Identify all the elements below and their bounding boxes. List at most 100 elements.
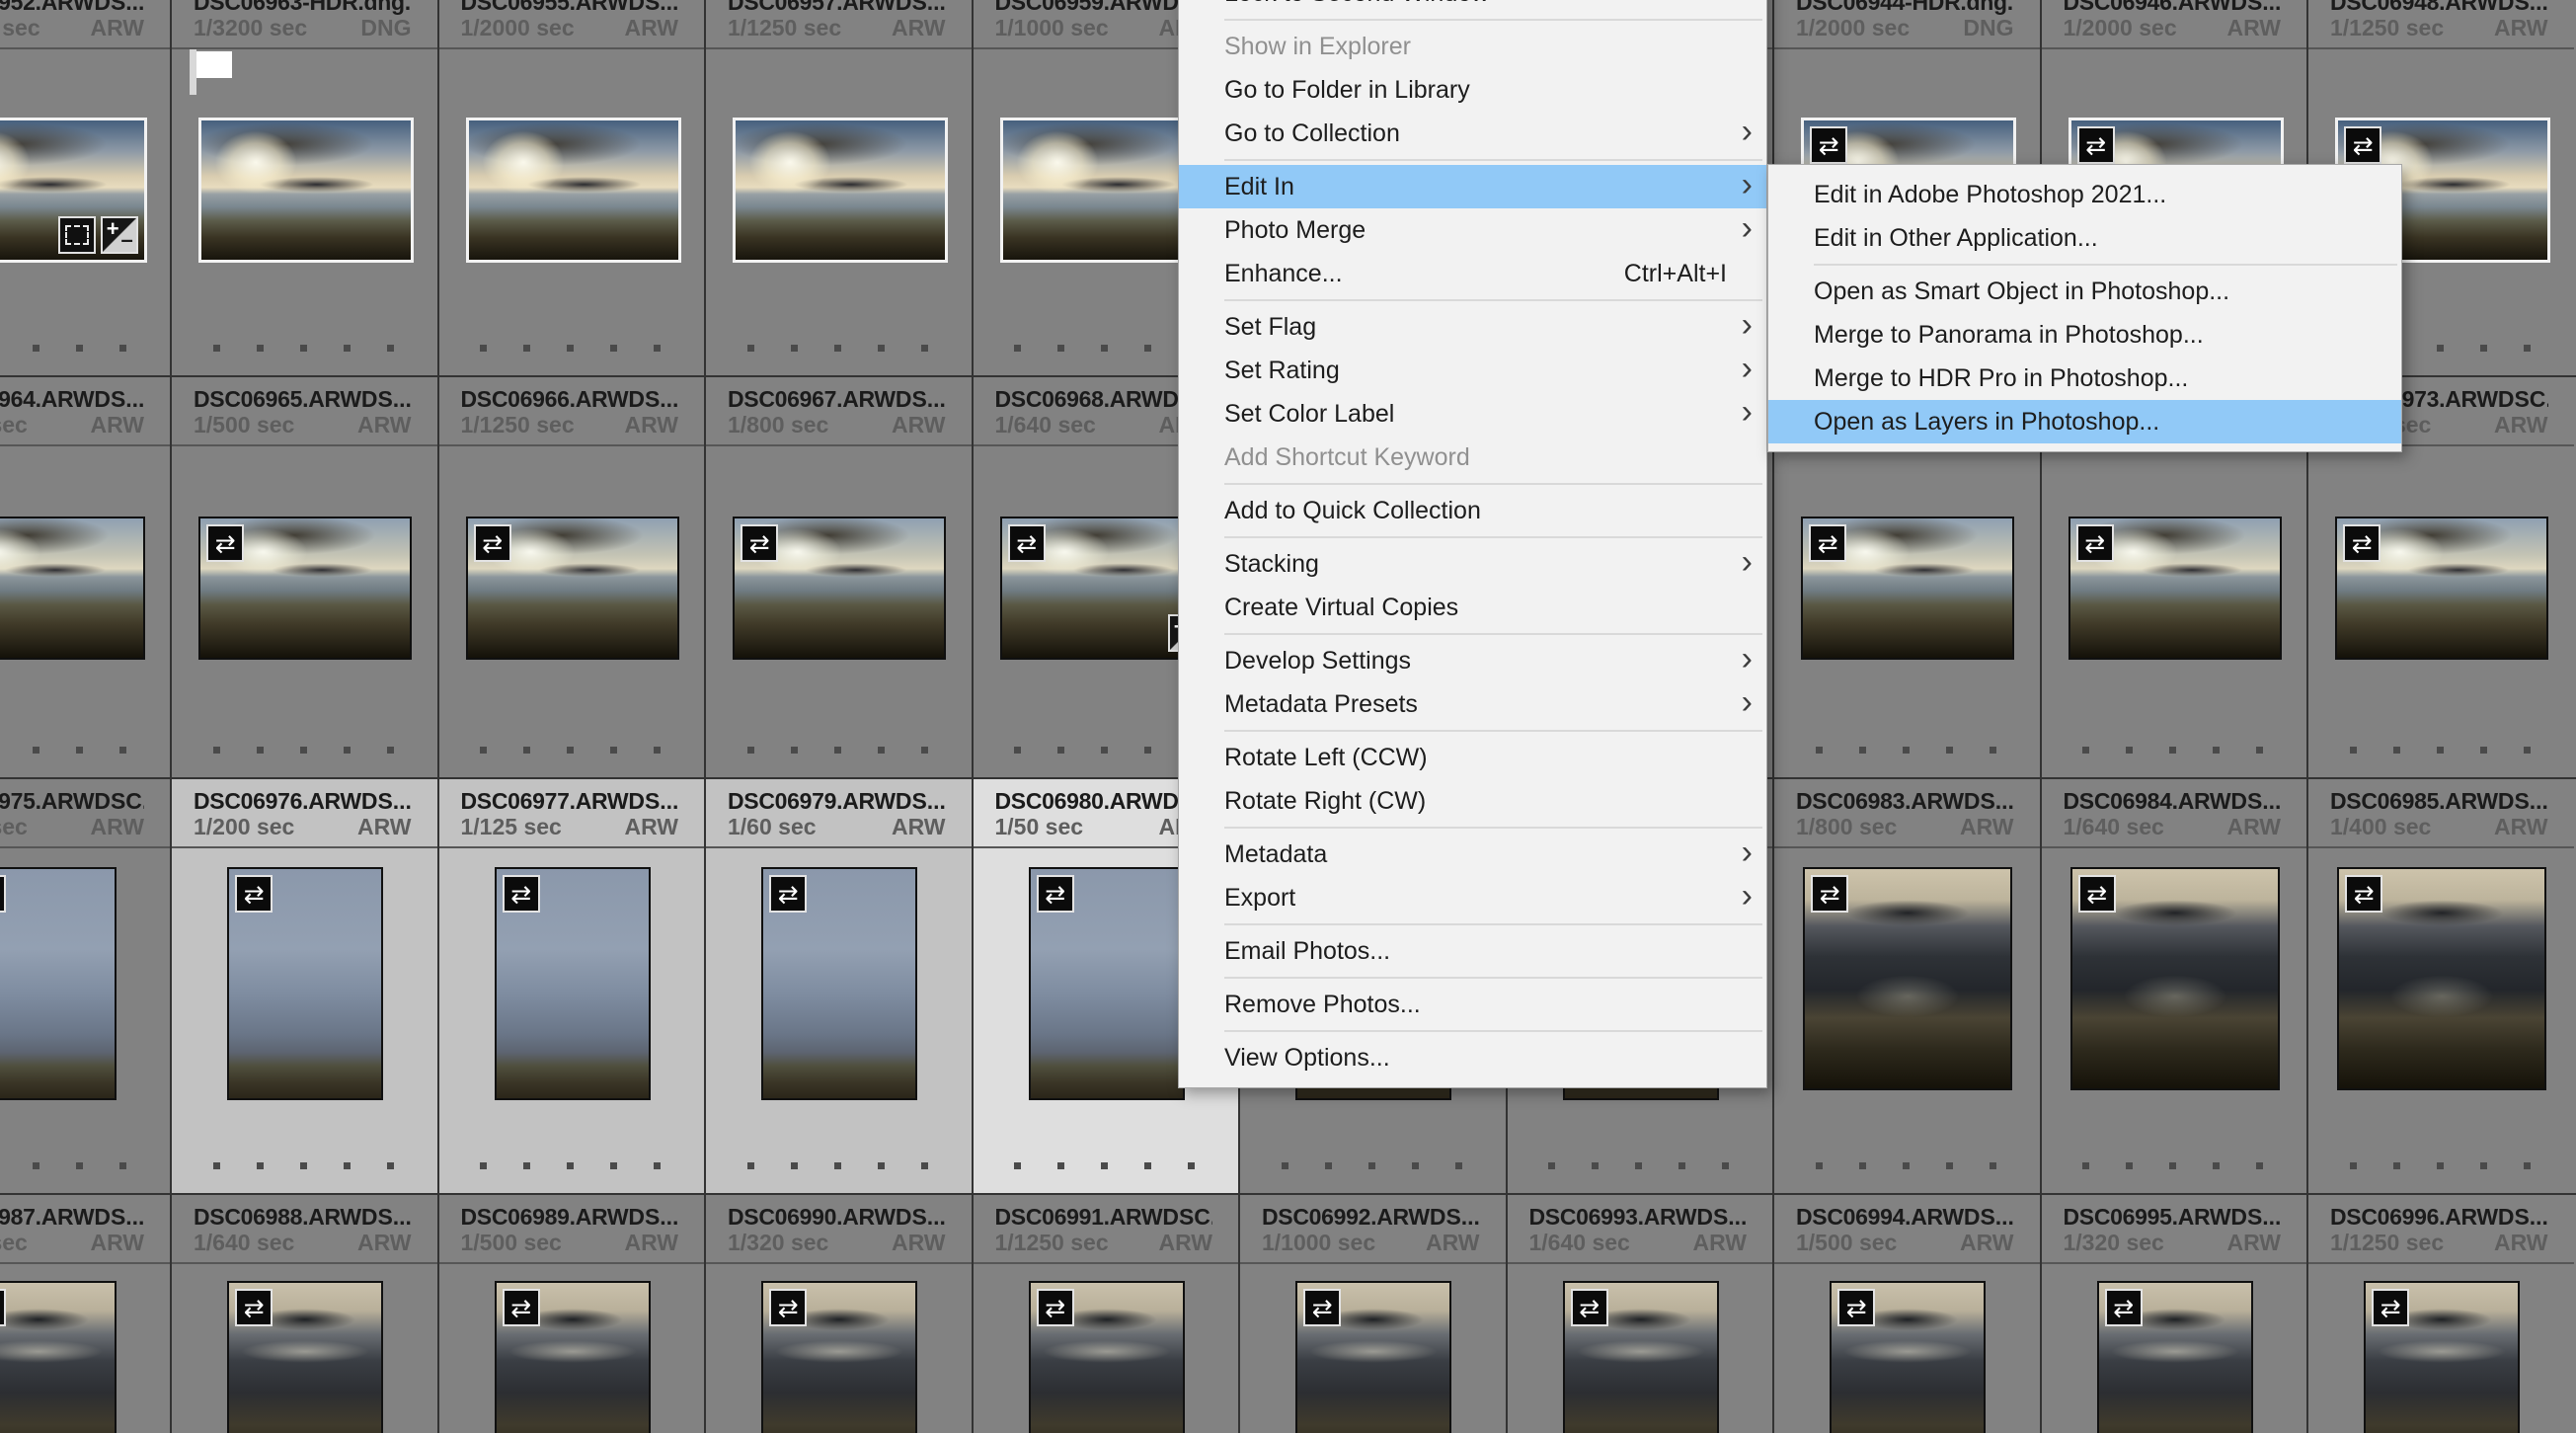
photo-thumbnail[interactable] xyxy=(198,118,414,263)
rating-dot[interactable] xyxy=(1014,1162,1021,1169)
menu-item-edit-in-other-application[interactable]: Edit in Other Application... xyxy=(1768,216,2401,260)
rating-dot[interactable] xyxy=(791,1162,798,1169)
rating-dot[interactable] xyxy=(387,345,394,352)
sync-arrows-badge-icon[interactable] xyxy=(2076,524,2114,562)
grid-cell[interactable]: DSC06984.ARWDS...1/640 secARW xyxy=(2040,778,2307,1194)
rating-dot[interactable] xyxy=(387,1162,394,1169)
rating-dots[interactable] xyxy=(437,747,705,754)
rating-dot[interactable] xyxy=(523,1162,530,1169)
rating-dots[interactable] xyxy=(1238,1162,1506,1169)
rating-dot[interactable] xyxy=(523,345,530,352)
photo-thumbnail[interactable] xyxy=(1563,1281,1719,1433)
sync-arrows-badge-icon[interactable] xyxy=(1837,1289,1875,1326)
rating-dot[interactable] xyxy=(387,747,394,754)
grid-cell[interactable]: DSC06955.ARWDS...1/2000 secARW xyxy=(437,0,705,376)
sync-arrows-badge-icon[interactable] xyxy=(1811,875,1848,913)
rating-dot[interactable] xyxy=(2393,747,2400,754)
rating-dot[interactable] xyxy=(1188,1162,1195,1169)
photo-thumbnail[interactable] xyxy=(0,517,145,660)
grid-cell[interactable]: DSC06952.ARWDS...1/4000 secARW xyxy=(0,0,170,376)
photo-thumbnail[interactable] xyxy=(0,867,117,1100)
rating-dot[interactable] xyxy=(567,1162,574,1169)
sync-arrows-badge-icon[interactable] xyxy=(1809,524,1846,562)
photo-thumbnail[interactable] xyxy=(733,118,948,263)
rating-dot[interactable] xyxy=(791,747,798,754)
rating-dot[interactable] xyxy=(2437,1162,2444,1169)
rating-dots[interactable] xyxy=(2040,1162,2307,1169)
photo-thumbnail[interactable] xyxy=(0,118,147,263)
menu-item-open-as-smart-object-in-photoshop[interactable]: Open as Smart Object in Photoshop... xyxy=(1768,270,2401,313)
rating-dot[interactable] xyxy=(610,1162,617,1169)
rating-dots[interactable] xyxy=(704,345,972,352)
photo-thumbnail[interactable] xyxy=(227,867,383,1100)
rating-dot[interactable] xyxy=(921,747,928,754)
menu-item-metadata-presets[interactable]: Metadata Presets› xyxy=(1179,682,1766,726)
rating-dot[interactable] xyxy=(1144,1162,1151,1169)
sync-arrows-badge-icon[interactable] xyxy=(1571,1289,1608,1326)
menu-item-set-flag[interactable]: Set Flag› xyxy=(1179,305,1766,349)
rating-dot[interactable] xyxy=(1368,1162,1375,1169)
rating-dot[interactable] xyxy=(1325,1162,1332,1169)
photo-thumbnail[interactable] xyxy=(2337,867,2546,1090)
rating-dot[interactable] xyxy=(257,747,264,754)
sync-arrows-badge-icon[interactable] xyxy=(1037,1289,1074,1326)
rating-dot[interactable] xyxy=(921,345,928,352)
sync-arrows-badge-icon[interactable] xyxy=(1810,126,1847,164)
rating-dot[interactable] xyxy=(2350,747,2357,754)
menu-item-photo-merge[interactable]: Photo Merge› xyxy=(1179,208,1766,252)
photo-thumbnail[interactable] xyxy=(2335,517,2548,660)
rating-dot[interactable] xyxy=(878,747,885,754)
rating-dot[interactable] xyxy=(2480,747,2487,754)
sync-arrows-badge-icon[interactable] xyxy=(2078,875,2116,913)
menu-item-create-virtual-copies[interactable]: Create Virtual Copies xyxy=(1179,586,1766,629)
sync-arrows-badge-icon[interactable] xyxy=(503,1289,540,1326)
rating-dot[interactable] xyxy=(33,747,39,754)
photo-thumbnail[interactable] xyxy=(2097,1281,2253,1433)
rating-dot[interactable] xyxy=(76,1162,83,1169)
photo-thumbnail[interactable] xyxy=(2364,1281,2520,1433)
rating-dot[interactable] xyxy=(1101,345,1108,352)
sync-arrows-badge-icon[interactable] xyxy=(474,524,511,562)
rating-dot[interactable] xyxy=(1816,1162,1823,1169)
photo-thumbnail[interactable] xyxy=(1295,1281,1451,1433)
rating-dot[interactable] xyxy=(2524,345,2531,352)
sync-arrows-badge-icon[interactable] xyxy=(206,524,244,562)
photo-thumbnail[interactable] xyxy=(733,517,946,660)
rating-dot[interactable] xyxy=(1144,345,1151,352)
rating-dot[interactable] xyxy=(834,747,841,754)
rating-dot[interactable] xyxy=(2480,345,2487,352)
rating-dot[interactable] xyxy=(1946,747,1953,754)
rating-dot[interactable] xyxy=(480,747,487,754)
sync-arrows-badge-icon[interactable] xyxy=(2344,126,2381,164)
rating-dots[interactable] xyxy=(704,747,972,754)
rating-dot[interactable] xyxy=(213,345,220,352)
rating-dot[interactable] xyxy=(33,1162,39,1169)
rating-dot[interactable] xyxy=(1816,747,1823,754)
rating-dot[interactable] xyxy=(480,345,487,352)
menu-item-merge-to-hdr-pro-in-photoshop[interactable]: Merge to HDR Pro in Photoshop... xyxy=(1768,357,2401,400)
menu-item-view-options[interactable]: View Options... xyxy=(1179,1036,1766,1079)
rating-dot[interactable] xyxy=(834,1162,841,1169)
rating-dot[interactable] xyxy=(344,1162,351,1169)
rating-dot[interactable] xyxy=(654,345,661,352)
rating-dot[interactable] xyxy=(2256,1162,2263,1169)
rating-dot[interactable] xyxy=(2437,747,2444,754)
rating-dot[interactable] xyxy=(33,345,39,352)
rating-dot[interactable] xyxy=(1412,1162,1419,1169)
rating-dot[interactable] xyxy=(2213,1162,2220,1169)
rating-dot[interactable] xyxy=(257,1162,264,1169)
rating-dot[interactable] xyxy=(1592,1162,1599,1169)
menu-item-set-rating[interactable]: Set Rating› xyxy=(1179,349,1766,392)
menu-item-edit-in-adobe-photoshop-2021[interactable]: Edit in Adobe Photoshop 2021... xyxy=(1768,173,2401,216)
crop-badge-icon[interactable] xyxy=(58,216,96,254)
rating-dot[interactable] xyxy=(76,747,83,754)
menu-item-go-to-folder-in-library[interactable]: Go to Folder in Library xyxy=(1179,68,1766,112)
rating-dot[interactable] xyxy=(1548,1162,1555,1169)
menu-item-rotate-left-ccw[interactable]: Rotate Left (CCW) xyxy=(1179,736,1766,779)
grid-cell[interactable]: DSC06983.ARWDS...1/800 secARW xyxy=(1772,778,2040,1194)
rating-dots[interactable] xyxy=(170,1162,437,1169)
rating-dot[interactable] xyxy=(1057,747,1064,754)
menu-item-enhance[interactable]: Enhance...Ctrl+Alt+I xyxy=(1179,252,1766,295)
grid-cell[interactable]: DSC06966.ARWDS...1/1250 secARW xyxy=(437,376,705,778)
rating-dot[interactable] xyxy=(654,747,661,754)
